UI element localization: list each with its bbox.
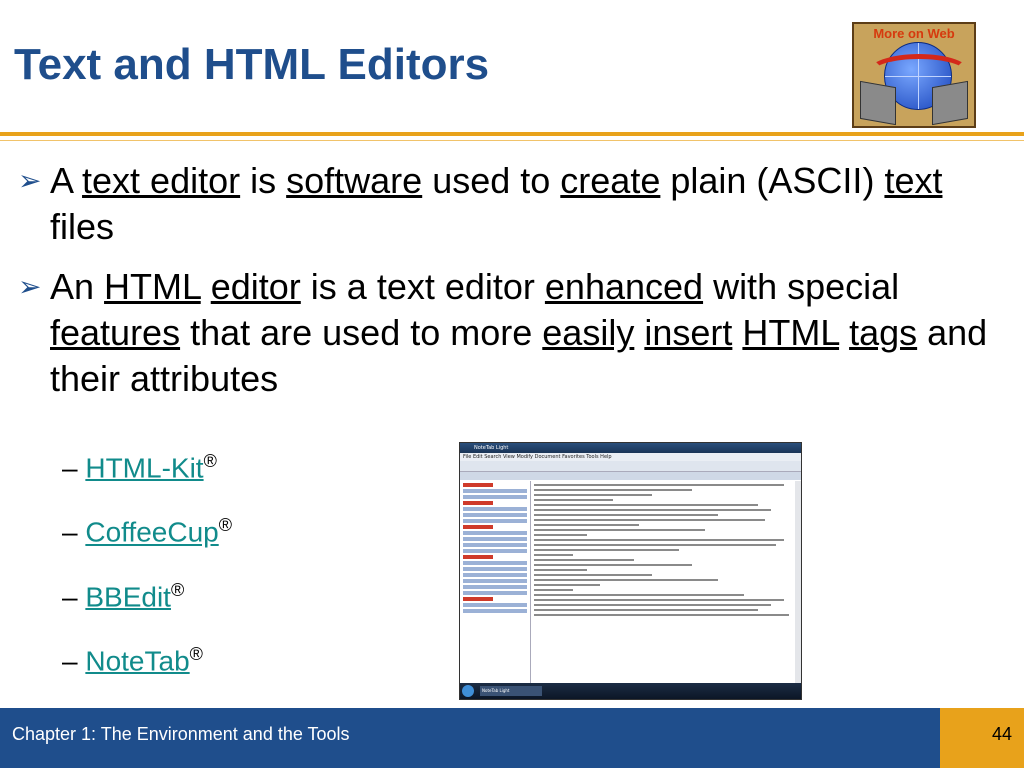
window-tabs [460, 472, 801, 480]
windows-taskbar: NoteTab Light [460, 683, 801, 699]
computer-icon [860, 80, 896, 126]
bullet-segment [839, 312, 849, 353]
dash: – [62, 516, 78, 548]
more-on-web-icon[interactable]: More on Web [852, 22, 976, 128]
editor-link-notetab[interactable]: NoteTab [85, 645, 189, 676]
title-divider [0, 132, 1024, 136]
bullet-html-editor: ➢ An HTML editor is a text editor enhanc… [18, 264, 998, 402]
window-menubar: File Edit Search View Modify Document Fa… [460, 453, 801, 461]
bullet-keyword: easily [542, 312, 635, 353]
bullet-text-editor: ➢ A text editor is software used to crea… [18, 158, 998, 250]
window-toolbar [460, 461, 801, 472]
bullet-segment: that are used to more [180, 312, 543, 353]
more-on-web-label: More on Web [873, 26, 955, 41]
registered-mark: ® [189, 643, 203, 664]
slide-title: Text and HTML Editors [14, 40, 490, 89]
bullet-segment: is a text editor [300, 266, 545, 307]
bullet-segment: A [50, 160, 83, 201]
slide-footer: Chapter 1: The Environment and the Tools… [0, 708, 1024, 768]
page-number: 44 [991, 724, 1012, 744]
clipbook-panel [460, 481, 531, 683]
window-titlebar: NoteTab Light [460, 443, 801, 453]
dash: – [62, 580, 78, 612]
bullet-keyword: editor [210, 266, 301, 307]
bullet-keyword: tags [849, 312, 918, 353]
bullet-keyword: insert [644, 312, 733, 353]
bullet-keyword: enhanced [544, 266, 704, 307]
bullet-list: ➢ A text editor is software used to crea… [18, 158, 998, 416]
bullet-keyword: create [560, 160, 661, 201]
title-divider-thin [0, 140, 1024, 141]
notetab-screenshot: NoteTab Light File Edit Search View Modi… [459, 442, 802, 700]
editor-list: – HTML-Kit® – CoffeeCup® – BBEdit® – Not… [62, 446, 232, 703]
computer-icon [932, 80, 968, 126]
editor-link-bbedit[interactable]: BBEdit [85, 581, 171, 612]
editor-item-htmlkit: – HTML-Kit® [62, 446, 232, 483]
registered-mark: ® [203, 451, 217, 471]
code-area [532, 481, 795, 683]
footer-chapter: Chapter 1: The Environment and the Tools [12, 724, 350, 744]
taskbar-item: NoteTab Light [480, 686, 542, 696]
bullet-segment: An [50, 266, 105, 307]
bullet-segment [201, 266, 211, 307]
bullet-segment: with special [703, 266, 900, 307]
bullet-keyword: HTML [104, 266, 201, 307]
bullet-keyword: features [50, 312, 181, 353]
registered-mark: ® [170, 579, 185, 600]
bullet-arrow-icon: ➢ [18, 165, 42, 196]
bullet-segment: files [50, 206, 115, 247]
editor-item-coffeecup: – CoffeeCup® [62, 510, 232, 547]
bullet-keyword: text [884, 160, 943, 201]
start-icon [462, 685, 474, 697]
editor-link-htmlkit[interactable]: HTML-Kit [85, 452, 203, 483]
bullet-segment [634, 312, 644, 353]
page-number-box: 44 [940, 708, 1024, 768]
bullet-segment: is [240, 160, 287, 201]
bullet-keyword: text editor [82, 160, 241, 201]
bullet-keyword: software [286, 160, 423, 201]
editor-item-notetab: – NoteTab® [62, 639, 232, 676]
bullet-segment: used to [422, 160, 561, 201]
dash: – [62, 645, 78, 677]
dash: – [62, 452, 78, 484]
bullet-segment: plain (ASCII) [660, 160, 885, 201]
editor-link-coffeecup[interactable]: CoffeeCup [85, 517, 218, 548]
scrollbar [795, 481, 801, 683]
bullet-segment [732, 312, 742, 353]
registered-mark: ® [218, 515, 232, 536]
bullet-keyword: HTML [742, 312, 840, 353]
editor-item-bbedit: – BBEdit® [62, 575, 232, 612]
bullet-arrow-icon: ➢ [18, 271, 42, 302]
